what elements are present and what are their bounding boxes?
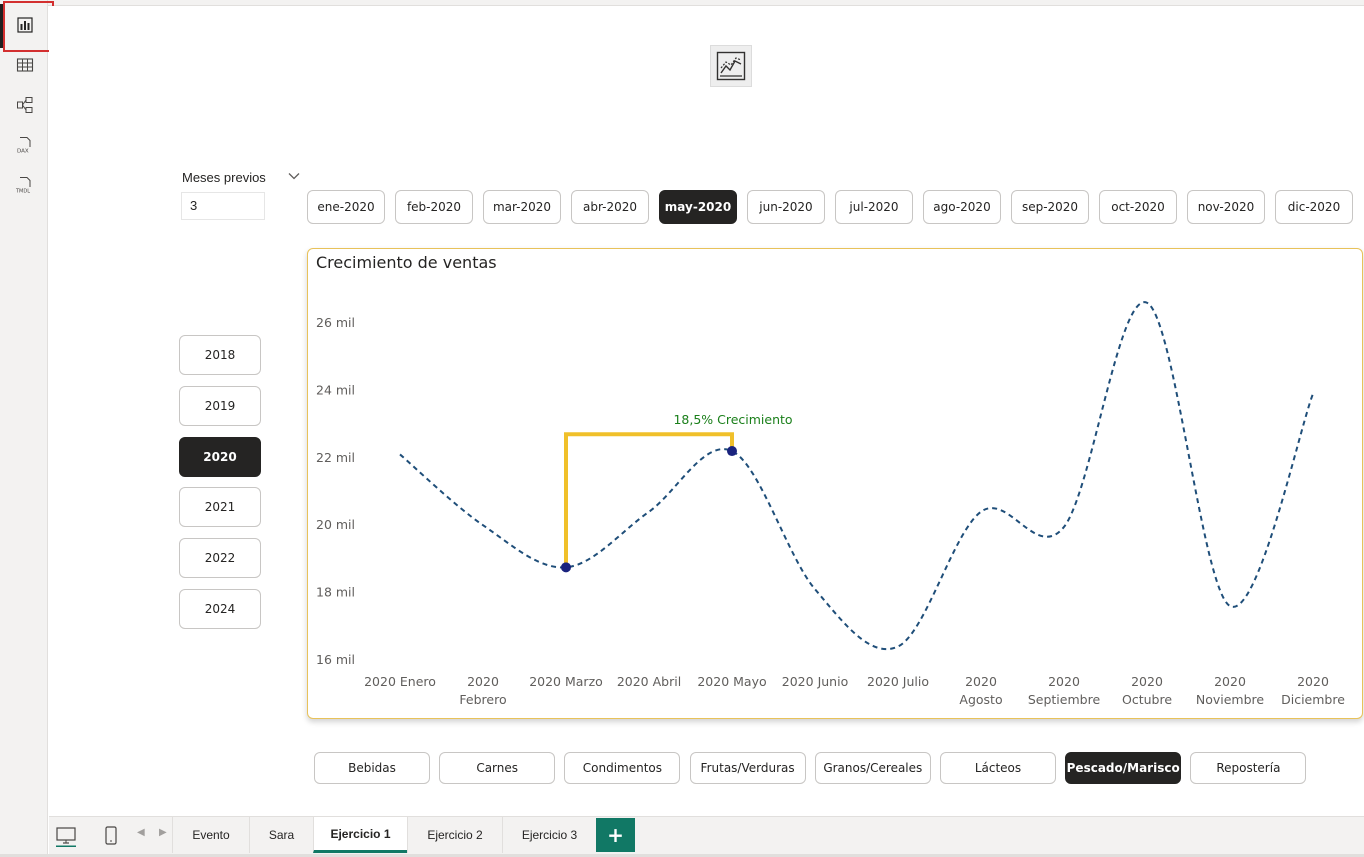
category-button-condimentos[interactable]: Condimentos xyxy=(564,752,681,784)
x-tick-label: 2020 Julio xyxy=(867,674,929,689)
month-button-nov-2020[interactable]: nov-2020 xyxy=(1187,190,1265,224)
category-button-carnes[interactable]: Carnes xyxy=(439,752,556,784)
add-page-button[interactable]: + xyxy=(596,818,635,852)
growth-bracket xyxy=(564,432,734,568)
page-tab-evento[interactable]: Evento xyxy=(172,817,249,853)
page-tab-sara[interactable]: Sara xyxy=(249,817,313,853)
x-tick-label: 2020 Diciembre xyxy=(1281,674,1345,707)
year-button-2018[interactable]: 2018 xyxy=(179,335,261,375)
month-button-oct-2020[interactable]: oct-2020 xyxy=(1099,190,1177,224)
x-tick-label: 2020 Octubre xyxy=(1122,674,1172,707)
y-tick-label: 22 mil xyxy=(316,450,355,465)
x-tick-label: 2020 Agosto xyxy=(959,674,1002,707)
month-button-may-2020[interactable]: may-2020 xyxy=(659,190,737,224)
month-button-jul-2020[interactable]: jul-2020 xyxy=(835,190,913,224)
table-view-icon[interactable] xyxy=(8,48,42,82)
year-button-2024[interactable]: 2024 xyxy=(179,589,261,629)
page-tabs-bar: ◀ ▶ Evento Sara Ejercicio 1 Ejercicio 2 Ejer… xyxy=(49,816,1364,854)
year-button-2019[interactable]: 2019 xyxy=(179,385,261,426)
month-button-feb-2020[interactable]: feb-2020 xyxy=(395,190,473,224)
year-button-2022[interactable]: 2022 xyxy=(179,538,261,579)
model-view-icon[interactable] xyxy=(8,88,42,122)
previous-page-icon[interactable]: ◀ xyxy=(137,827,145,838)
x-tick-label: 2020 Junio xyxy=(782,674,848,689)
sales-line-series[interactable] xyxy=(399,301,1314,650)
y-tick-label: 16 mil xyxy=(316,652,355,667)
month-button-ago-2020[interactable]: ago-2020 xyxy=(923,190,1001,224)
category-button-granos-cereales[interactable]: Granos/Cereales xyxy=(814,752,931,784)
y-tick-label: 24 mil xyxy=(316,382,355,397)
category-button-repostería[interactable]: Repostería xyxy=(1190,752,1307,784)
slicer-title: Meses previos xyxy=(182,170,266,185)
month-button-sep-2020[interactable]: sep-2020 xyxy=(1011,190,1089,224)
mobile-layout-icon[interactable] xyxy=(98,823,124,849)
view-rail: DAX TMDL xyxy=(0,0,54,857)
x-tick-label: 2020 Enero xyxy=(364,674,436,689)
svg-text:TMDL: TMDL xyxy=(15,189,30,195)
tmdl-view-icon[interactable]: TMDL xyxy=(8,168,42,202)
category-button-lácteos[interactable]: Lácteos xyxy=(940,752,1056,784)
sales-growth-chart[interactable]: Crecimiento de ventas 16 mil 18 mil 20 mil… xyxy=(307,248,1363,719)
next-page-icon[interactable]: ▶ xyxy=(159,827,167,838)
line-chart-visual-icon[interactable] xyxy=(710,45,752,87)
x-tick-label: 2020 Abril xyxy=(617,674,681,689)
data-point-marker[interactable] xyxy=(561,562,571,573)
y-tick-label: 26 mil xyxy=(316,315,355,330)
chevron-down-icon[interactable] xyxy=(287,169,301,183)
y-tick-label: 20 mil xyxy=(316,517,355,532)
month-button-ene-2020[interactable]: ene-2020 xyxy=(307,190,385,224)
page-tab-ejercicio-1[interactable]: Ejercicio 1 xyxy=(313,817,407,853)
x-tick-label: 2020 Mayo xyxy=(697,674,766,689)
x-tick-label: 2020 Marzo xyxy=(529,674,603,689)
x-tick-label: 2020 Noviembre xyxy=(1196,674,1265,707)
selected-view-highlight xyxy=(3,1,54,52)
growth-annotation-label: 18,5% Crecimiento xyxy=(673,412,792,427)
y-tick-label: 18 mil xyxy=(316,585,355,600)
category-button-bebidas[interactable]: Bebidas xyxy=(314,752,430,784)
page-tab-ejercicio-3[interactable]: Ejercicio 3 xyxy=(502,817,596,853)
report-canvas: Meses previos 3 ene-2020 feb-2020 mar-2020… xyxy=(49,6,1364,816)
month-button-jun-2020[interactable]: jun-2020 xyxy=(747,190,825,224)
line-chart-plot: 16 mil 18 mil 20 mil 22 mil 24 mil 26 mil 2020… xyxy=(316,301,1345,707)
month-button-dic-2020[interactable]: dic-2020 xyxy=(1275,190,1353,224)
month-button-abr-2020[interactable]: abr-2020 xyxy=(571,190,649,224)
year-button-2021[interactable]: 2021 xyxy=(179,487,261,528)
page-tab-ejercicio-2[interactable]: Ejercicio 2 xyxy=(407,817,502,853)
x-tick-label: 2020 Febrero xyxy=(459,674,506,707)
month-button-mar-2020[interactable]: mar-2020 xyxy=(483,190,561,224)
previous-months-input[interactable]: 3 xyxy=(181,192,265,220)
category-button-frutas-verduras[interactable]: Frutas/Verduras xyxy=(689,752,806,784)
desktop-layout-icon[interactable] xyxy=(53,823,79,849)
data-point-marker[interactable] xyxy=(727,446,737,457)
svg-text:DAX: DAX xyxy=(17,149,29,155)
year-button-2020[interactable]: 2020 xyxy=(179,436,261,477)
category-button-pescado-marisco[interactable]: Pescado/Marisco xyxy=(1065,752,1182,784)
x-tick-label: 2020 Septiembre xyxy=(1028,674,1101,707)
dax-query-icon[interactable]: DAX xyxy=(8,128,42,162)
